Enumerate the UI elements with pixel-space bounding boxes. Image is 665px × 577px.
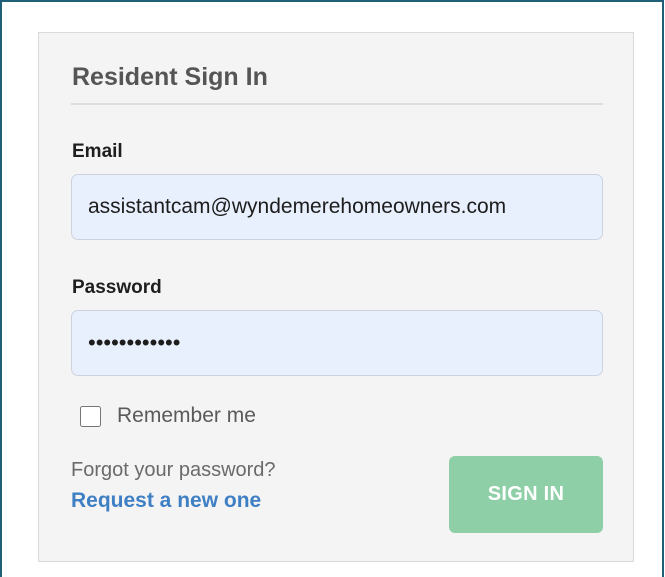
- request-new-password-link[interactable]: Request a new one: [71, 487, 261, 515]
- email-field[interactable]: [71, 174, 603, 240]
- remember-me-label[interactable]: Remember me: [117, 402, 256, 430]
- password-field[interactable]: [71, 310, 603, 376]
- sign-in-card: Resident Sign In Email Password Remember…: [38, 32, 634, 562]
- password-label: Password: [72, 277, 162, 298]
- remember-me-checkbox[interactable]: [80, 405, 101, 427]
- email-label: Email: [72, 141, 123, 162]
- title-divider: [71, 103, 603, 105]
- sign-in-button[interactable]: SIGN IN: [449, 456, 603, 533]
- form-title: Resident Sign In: [72, 63, 268, 91]
- forgot-password-text: Forgot your password?: [71, 459, 276, 481]
- remember-me-row[interactable]: Remember me: [80, 402, 256, 430]
- page-frame: Resident Sign In Email Password Remember…: [0, 0, 664, 577]
